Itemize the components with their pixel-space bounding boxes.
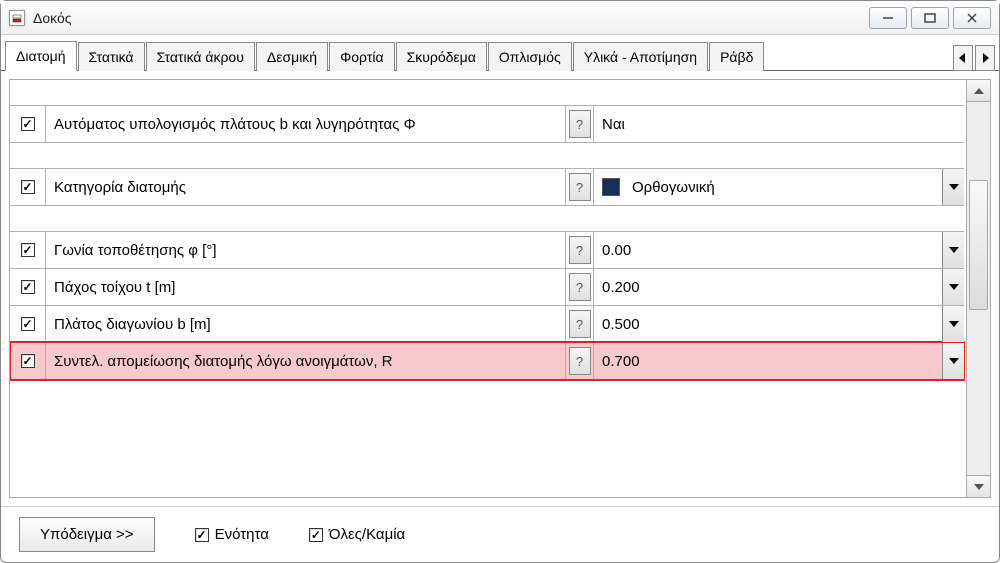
window-title: Δοκός <box>33 10 869 26</box>
help-button[interactable]: ? <box>569 236 591 264</box>
footer: Υπόδειγμα >> Ενότητα Όλες/Καμία <box>1 506 999 562</box>
row-label: Γωνία τοποθέτησης φ [°] <box>46 232 566 268</box>
row-checkbox[interactable] <box>21 354 35 368</box>
row-checkbox[interactable] <box>21 180 35 194</box>
example-button[interactable]: Υπόδειγμα >> <box>19 517 155 552</box>
maximize-button[interactable] <box>911 7 949 29</box>
section-checkbox-label: Ενότητα <box>215 526 269 543</box>
dialog-window: Δοκός ΔιατομήΣτατικάΣτατικά άκρουΔεσμική… <box>0 0 1000 563</box>
row-value[interactable]: 0.00 <box>594 232 964 268</box>
row-value[interactable]: 0.700 <box>594 343 964 379</box>
close-button[interactable] <box>953 7 991 29</box>
tab-4[interactable]: Φορτία <box>329 42 394 71</box>
tab-strip: ΔιατομήΣτατικάΣτατικά άκρουΔεσμικήΦορτία… <box>1 35 999 71</box>
property-row-1: Κατηγορία διατομής? Ορθογωνική <box>10 168 964 206</box>
scroll-track[interactable] <box>967 102 990 475</box>
scroll-thumb[interactable] <box>969 180 988 310</box>
row-checkbox[interactable] <box>21 243 35 257</box>
app-icon <box>9 10 25 26</box>
property-row-5: Συντελ. απομείωσης διατομής λόγω ανοιγμά… <box>10 342 964 380</box>
all-none-checkbox-label: Όλες/Καμία <box>329 526 405 543</box>
all-none-checkbox[interactable] <box>309 528 323 542</box>
row-value-text: 0.00 <box>602 242 631 259</box>
dropdown-arrow-icon[interactable] <box>942 232 964 268</box>
dropdown-arrow-icon[interactable] <box>942 306 964 342</box>
titlebar: Δοκός <box>1 1 999 35</box>
row-value-text: Ορθογωνική <box>632 179 715 196</box>
scroll-up-button[interactable] <box>967 80 990 102</box>
row-value[interactable]: Ορθογωνική <box>594 169 964 205</box>
row-value-text: 0.500 <box>602 316 640 333</box>
row-label: Αυτόματος υπολογισμός πλάτους b και λυγη… <box>46 106 566 142</box>
vertical-scrollbar[interactable] <box>966 80 990 497</box>
row-checkbox[interactable] <box>21 280 35 294</box>
tab-6[interactable]: Οπλισμός <box>488 42 572 71</box>
tab-scroll-right[interactable] <box>975 45 995 71</box>
dropdown-arrow-icon[interactable] <box>942 169 964 205</box>
help-button[interactable]: ? <box>569 347 591 375</box>
tab-7[interactable]: Υλικά - Αποτίμηση <box>573 42 708 71</box>
tab-5[interactable]: Σκυρόδεμα <box>396 42 487 71</box>
row-value[interactable]: 0.200 <box>594 269 964 305</box>
tab-2[interactable]: Στατικά άκρου <box>146 42 255 71</box>
row-label: Πάχος τοίχου t [m] <box>46 269 566 305</box>
section-checkbox-group[interactable]: Ενότητα <box>195 526 269 543</box>
row-value-text: Ναι <box>602 116 625 133</box>
property-row-0: Αυτόματος υπολογισμός πλάτους b και λυγη… <box>10 105 964 143</box>
row-checkbox[interactable] <box>21 317 35 331</box>
window-controls <box>869 7 991 29</box>
row-value-text: 0.200 <box>602 279 640 296</box>
dropdown-arrow-icon[interactable] <box>942 343 964 379</box>
minimize-button[interactable] <box>869 7 907 29</box>
section-shape-icon <box>602 178 620 196</box>
tab-scroll-left[interactable] <box>953 45 973 71</box>
property-row-3: Πάχος τοίχου t [m]? 0.200 <box>10 268 964 306</box>
dropdown-arrow-icon[interactable] <box>942 269 964 305</box>
tab-0[interactable]: Διατομή <box>5 41 77 71</box>
row-value[interactable]: 0.500 <box>594 306 964 342</box>
row-label: Κατηγορία διατομής <box>46 169 566 205</box>
help-button[interactable]: ? <box>569 110 591 138</box>
row-label: Πλάτος διαγωνίου b [m] <box>46 306 566 342</box>
tab-1[interactable]: Στατικά <box>78 42 145 71</box>
tab-8[interactable]: Ράβδ <box>709 42 764 71</box>
row-checkbox[interactable] <box>21 117 35 131</box>
row-value[interactable]: Ναι <box>594 106 964 142</box>
property-row-2: Γωνία τοποθέτησης φ [°]? 0.00 <box>10 231 964 269</box>
help-button[interactable]: ? <box>569 273 591 301</box>
row-value-text: 0.700 <box>602 353 640 370</box>
tab-3[interactable]: Δεσμική <box>256 42 328 71</box>
scroll-down-button[interactable] <box>967 475 990 497</box>
section-checkbox[interactable] <box>195 528 209 542</box>
help-button[interactable]: ? <box>569 310 591 338</box>
property-row-4: Πλάτος διαγωνίου b [m]? 0.500 <box>10 305 964 343</box>
help-button[interactable]: ? <box>569 173 591 201</box>
scroll-area: Αυτόματος υπολογισμός πλάτους b και λυγη… <box>10 80 990 497</box>
row-label: Συντελ. απομείωσης διατομής λόγω ανοιγμά… <box>46 343 566 379</box>
content-panel: Αυτόματος υπολογισμός πλάτους b και λυγη… <box>9 79 991 498</box>
all-none-checkbox-group[interactable]: Όλες/Καμία <box>309 526 405 543</box>
